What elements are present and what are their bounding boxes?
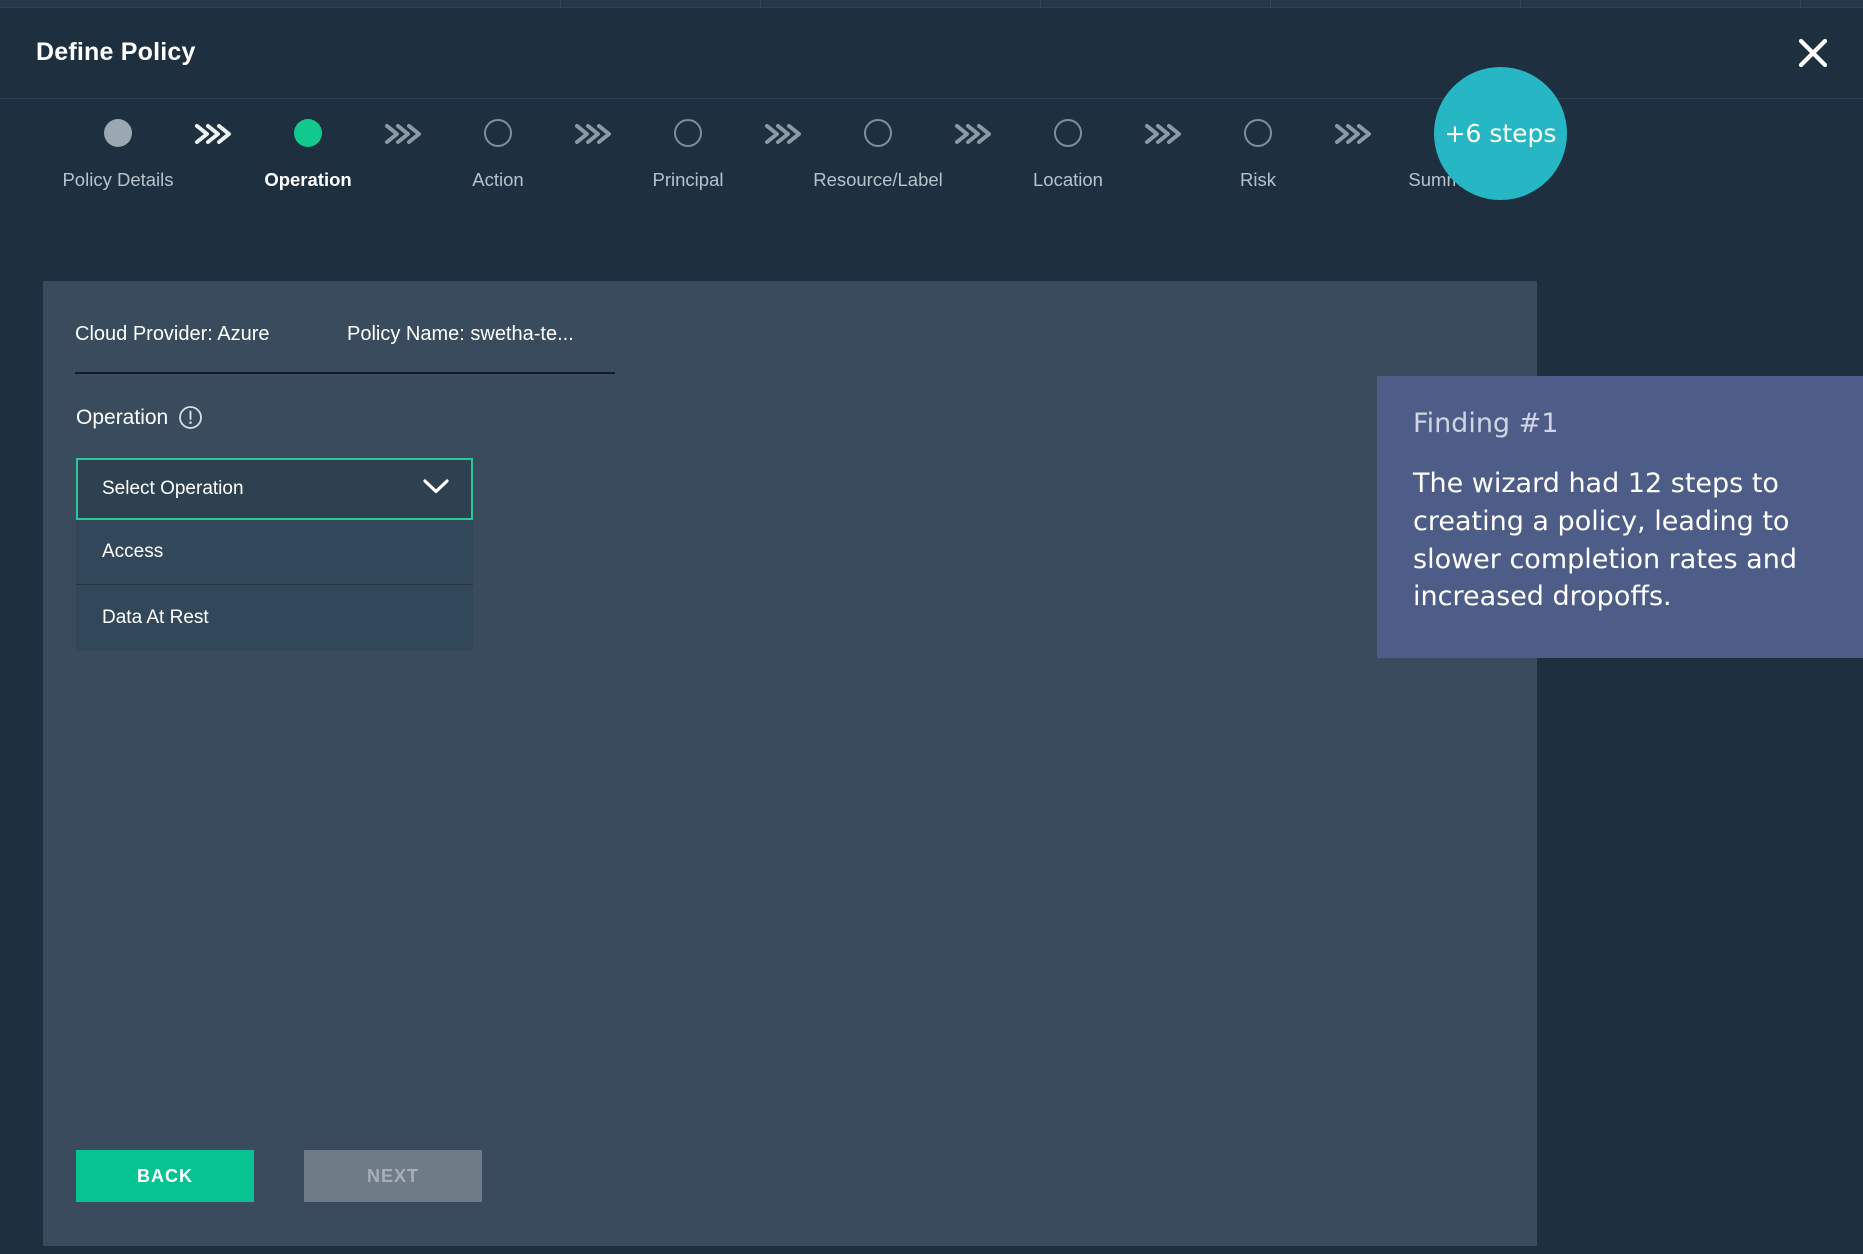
finding-callout: Finding #1 The wizard had 12 steps to cr… [1377, 376, 1863, 658]
step-resource-label[interactable]: Resource/Label [808, 119, 948, 191]
operation-select-trigger[interactable]: Select Operation [76, 458, 473, 520]
close-icon[interactable] [1789, 29, 1837, 77]
operation-field-label-row: Operation [76, 405, 203, 430]
double-chevron-right-icon [188, 119, 238, 147]
double-chevron-right-icon [758, 119, 808, 147]
step-label: Risk [1240, 169, 1276, 191]
page-title: Define Policy [36, 38, 196, 67]
policy-name-value: Policy Name: swetha-te... [347, 323, 574, 346]
extra-steps-badge[interactable]: +6 steps [1434, 67, 1567, 200]
policy-form-panel: Cloud Provider: Azure Policy Name: sweth… [43, 281, 1537, 1246]
modal-header: Define Policy [0, 8, 1863, 99]
finding-body: The wizard had 12 steps to creating a po… [1413, 465, 1827, 616]
operation-select-value: Select Operation [102, 478, 244, 500]
step-indicator-dot [864, 119, 892, 147]
chevron-down-icon [421, 477, 451, 501]
step-label: Resource/Label [813, 169, 943, 191]
operation-field-label: Operation [76, 406, 168, 430]
double-chevron-right-icon [948, 119, 998, 147]
step-indicator-dot [1244, 119, 1272, 147]
step-indicator-dot [484, 119, 512, 147]
policy-meta-summary: Cloud Provider: Azure Policy Name: sweth… [75, 323, 615, 374]
double-chevron-right-icon [1138, 119, 1188, 147]
finding-title: Finding #1 [1413, 408, 1827, 439]
double-chevron-right-icon [1328, 119, 1378, 147]
operation-option-access[interactable]: Access [76, 520, 473, 585]
exclamation-circle-icon[interactable] [178, 405, 203, 430]
browser-chrome-sliver [0, 0, 1863, 8]
step-indicator-dot [104, 119, 132, 147]
step-location[interactable]: Location [998, 119, 1138, 191]
step-principal[interactable]: Principal [618, 119, 758, 191]
double-chevron-right-icon [378, 119, 428, 147]
step-policy-details[interactable]: Policy Details [48, 119, 188, 191]
wizard-stepper: Policy Details Operation Action Principa… [0, 99, 1863, 229]
step-label: Action [472, 169, 523, 191]
next-button: NEXT [304, 1150, 482, 1202]
cloud-provider-value: Cloud Provider: Azure [75, 323, 347, 346]
step-risk[interactable]: Risk [1188, 119, 1328, 191]
operation-option-data-at-rest[interactable]: Data At Rest [76, 585, 473, 650]
double-chevron-right-icon [568, 119, 618, 147]
step-label: Principal [653, 169, 724, 191]
operation-select: Select Operation Access Data At Rest [76, 458, 473, 650]
step-action[interactable]: Action [428, 119, 568, 191]
operation-select-menu: Access Data At Rest [76, 520, 473, 650]
step-label: Policy Details [62, 169, 173, 191]
step-operation[interactable]: Operation [238, 119, 378, 191]
wizard-footer: BACK NEXT [76, 1150, 482, 1202]
step-indicator-dot [674, 119, 702, 147]
step-indicator-dot [294, 119, 322, 147]
step-label: Operation [264, 169, 351, 191]
step-label: Location [1033, 169, 1103, 191]
back-button[interactable]: BACK [76, 1150, 254, 1202]
step-indicator-dot [1054, 119, 1082, 147]
